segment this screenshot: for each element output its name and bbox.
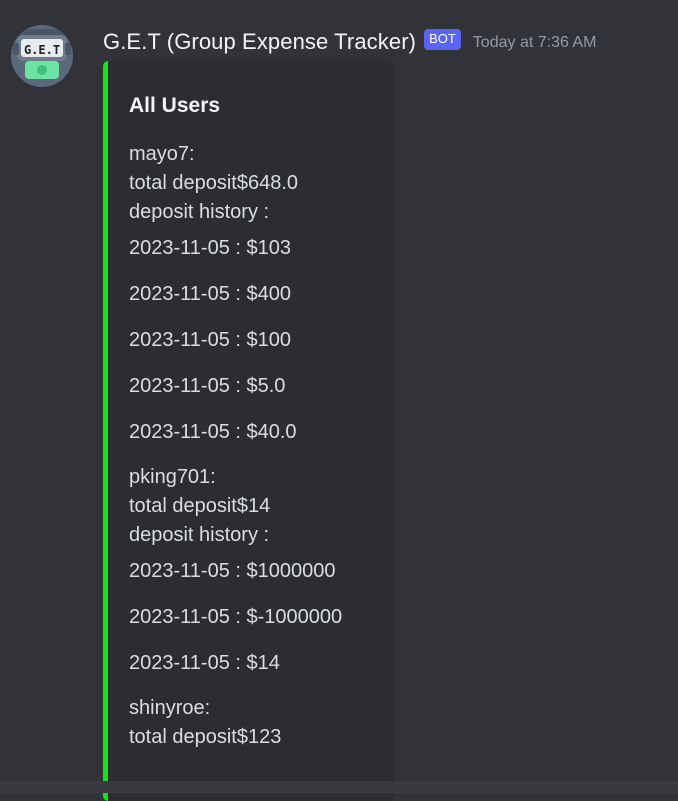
deposit-history-item: 2023-11-05 : $100: [129, 329, 291, 351]
robot-avatar-icon: G.E.T: [11, 25, 73, 87]
deposit-history-item: 2023-11-05 : $103: [129, 237, 291, 259]
deposit-history-item: 2023-11-05 : $14: [129, 652, 280, 674]
bot-avatar[interactable]: G.E.T: [11, 25, 73, 87]
user-entry: pking701: total deposit$14 deposit histo…: [129, 463, 386, 678]
user-name: shinyroe:: [129, 697, 211, 719]
message-timestamp[interactable]: Today at 7:36 AM: [473, 34, 597, 52]
deposit-history-item: 2023-11-05 : $-1000000: [129, 606, 343, 628]
deposit-history-item: 2023-11-05 : $1000000: [129, 560, 336, 582]
author-name[interactable]: G.E.T (Group Expense Tracker): [103, 29, 416, 55]
deposit-history-label: deposit history :: [129, 201, 270, 223]
message-header: G.E.T (Group Expense Tracker) BOT Today …: [103, 27, 596, 57]
deposit-history-list: 2023-11-05 : $1000000 2023-11-05 : $-100…: [129, 556, 386, 678]
user-total-deposit: total deposit$14: [129, 495, 271, 517]
embed-accent-bar: [103, 61, 108, 801]
chat-input-edge: [0, 781, 678, 793]
bot-message: G.E.T G.E.T (Group Expense Tracker) BOT …: [0, 0, 678, 801]
user-total-deposit: total deposit$648.0: [129, 172, 299, 194]
user-total-deposit: total deposit$123: [129, 726, 282, 748]
user-entry: shinyroe: total deposit$123: [129, 694, 386, 752]
embed-title: All Users: [129, 94, 221, 117]
bot-badge: BOT: [424, 28, 461, 50]
embed-card: All Users mayo7: total deposit$648.0 dep…: [103, 61, 394, 801]
deposit-history-list: 2023-11-05 : $103 2023-11-05 : $400 2023…: [129, 233, 386, 447]
svg-text:G.E.T: G.E.T: [24, 43, 60, 57]
embed-body: All Users mayo7: total deposit$648.0 dep…: [129, 91, 386, 752]
deposit-history-label: deposit history :: [129, 524, 270, 546]
user-entry: mayo7: total deposit$648.0 deposit histo…: [129, 140, 386, 447]
deposit-history-item: 2023-11-05 : $5.0: [129, 375, 286, 397]
user-name: mayo7:: [129, 143, 195, 165]
user-name: pking701:: [129, 466, 216, 488]
deposit-history-item: 2023-11-05 : $40.0: [129, 421, 297, 443]
deposit-history-item: 2023-11-05 : $400: [129, 283, 291, 305]
